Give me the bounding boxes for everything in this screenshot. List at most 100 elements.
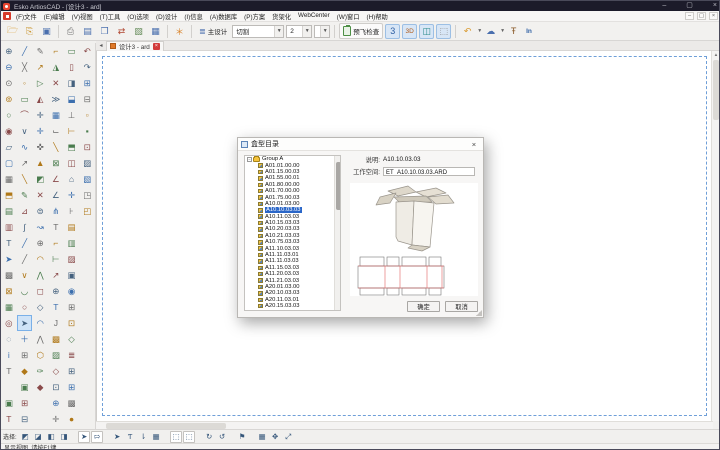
bottom-tool-g6i0[interactable]: ▦	[256, 431, 268, 443]
tool-button-r1c5[interactable]: ↷	[79, 59, 95, 75]
tool-button-r11c2[interactable]: ↝	[32, 219, 48, 235]
tool-button-r4c0[interactable]: ○	[1, 107, 17, 123]
tool-button-r7c4[interactable]: ◫	[64, 155, 80, 171]
tool-button-r6c0[interactable]: ▱	[1, 139, 17, 155]
horizontal-scrollbar[interactable]	[96, 421, 713, 429]
tool-button-r20c0[interactable]: T	[1, 363, 17, 379]
3d-icon[interactable]: 3	[385, 24, 400, 39]
tool-button-r7c1[interactable]: ↗	[17, 155, 33, 171]
tool-button-r0c0[interactable]: ⊕	[1, 43, 17, 59]
menu-item-0[interactable]: (F)文件	[16, 12, 37, 21]
bottom-tool-g0i3[interactable]: ◨	[58, 431, 70, 443]
tool-button-r14c3[interactable]: ↗	[48, 267, 64, 283]
sync-icon[interactable]: ⇄	[114, 24, 129, 39]
tool-button-r11c0[interactable]: ▥	[1, 219, 17, 235]
tool-button-r11c1[interactable]: ∫	[17, 219, 33, 235]
menu-item-10[interactable]: WebCenter	[298, 12, 330, 21]
tool-button-r0c1[interactable]: ╱	[17, 43, 33, 59]
tool-button-r22c1[interactable]: ⊞	[17, 395, 33, 411]
tool-button-r19c3[interactable]: ▨	[48, 347, 64, 363]
menu-item-11[interactable]: (W)窗口	[337, 12, 360, 21]
tool-button-r23c3[interactable]: ✛	[48, 411, 64, 427]
tool-button-r22c3[interactable]: ⊕	[48, 395, 64, 411]
tool-button-r14c0[interactable]: ▩	[1, 267, 17, 283]
display-options-icon[interactable]: ▤	[80, 24, 95, 39]
bottom-tool-g0i1[interactable]: ◪	[32, 431, 44, 443]
tool-button-r11c4[interactable]: ▤	[64, 219, 80, 235]
tool-button-r0c2[interactable]: ✎	[32, 43, 48, 59]
bottom-tool-g2i1[interactable]: Ƭ	[124, 431, 136, 443]
tool-button-r23c0[interactable]: T	[1, 411, 17, 427]
tool-button-r5c5[interactable]: ▪	[79, 123, 95, 139]
main-design-button[interactable]: ≣主设计	[196, 24, 230, 38]
tool-button-r6c2[interactable]: ✜	[32, 139, 48, 155]
bottom-tool-g1i0[interactable]: ➤	[78, 431, 90, 443]
tool-button-r0c5[interactable]: ↶	[79, 43, 95, 59]
bottom-tool-g6i1[interactable]: ✥	[269, 431, 281, 443]
preflight-button[interactable]: 预飞检查	[339, 23, 383, 39]
tool-button-r19c1[interactable]: ⊞	[17, 347, 33, 363]
tool-button-r3c1[interactable]: ▭	[17, 91, 33, 107]
layout-windows-icon[interactable]: ◫	[419, 24, 434, 39]
undo-icon[interactable]: ↶	[460, 24, 475, 39]
tool-button-r7c2[interactable]: ▲	[32, 155, 48, 171]
tool-button-r8c0[interactable]: ▦	[1, 171, 17, 187]
tool-button-r8c4[interactable]: ⌂	[64, 171, 80, 187]
tool-button-r12c2[interactable]: ⊕	[32, 235, 48, 251]
tree-scrollbar[interactable]	[334, 156, 340, 310]
menu-item-7[interactable]: (A)数据库	[210, 12, 237, 21]
tool-button-r6c1[interactable]: ∿	[17, 139, 33, 155]
tool-button-r19c0[interactable]: i	[1, 347, 17, 363]
tool-button-r2c3[interactable]: ✕	[48, 75, 64, 91]
tool-button-r21c1[interactable]: ▣	[17, 379, 33, 395]
tool-button-r18c0[interactable]: ◌	[1, 331, 17, 347]
tool-button-r9c0[interactable]: ⬒	[1, 187, 17, 203]
bottom-tool-g1i1[interactable]: ⇰	[91, 431, 103, 443]
tool-button-r8c2[interactable]: ◩	[32, 171, 48, 187]
tool-button-r9c3[interactable]: ∠	[48, 187, 64, 203]
tool-button-r21c3[interactable]: ⊡	[48, 379, 64, 395]
mdi-control-0[interactable]: –	[685, 12, 694, 20]
dialog-resize-grip[interactable]	[476, 310, 482, 316]
tool-button-r12c4[interactable]: ▥	[64, 235, 80, 251]
tool-button-r1c0[interactable]: ⊖	[1, 59, 17, 75]
spec-sheet-icon[interactable]: ＊	[172, 24, 187, 39]
open-icon[interactable]: 🗁	[5, 24, 20, 39]
tab-close-icon[interactable]: ×	[153, 43, 160, 50]
scale-combo[interactable]: ▼	[314, 25, 330, 38]
tool-button-r8c3[interactable]: ∠	[48, 171, 64, 187]
tool-button-r8c1[interactable]: ╲	[17, 171, 33, 187]
tool-button-r12c1[interactable]: ╱	[17, 235, 33, 251]
menu-item-8[interactable]: (P)方案	[244, 12, 265, 21]
tool-button-r9c5[interactable]: ◳	[79, 187, 95, 203]
3d-orange-icon[interactable]: 3D	[402, 24, 417, 39]
tool-button-r0c4[interactable]: ▭	[64, 43, 80, 59]
tool-button-r6c3[interactable]: ╲	[48, 139, 64, 155]
tool-button-r1c1[interactable]: ╳	[17, 59, 33, 75]
tool-button-r11c3[interactable]: T	[48, 219, 64, 235]
tool-button-r13c0[interactable]: ➤	[1, 251, 17, 267]
bottom-tool-g3i0[interactable]: ⬚	[170, 431, 182, 443]
tool-button-r0c3[interactable]: ⌐	[48, 43, 64, 59]
tool-button-r21c4[interactable]: ⊞	[64, 379, 80, 395]
tool-button-r20c1[interactable]: ◆	[17, 363, 33, 379]
tool-button-r16c2[interactable]: ◇	[32, 299, 48, 315]
tool-button-r10c5[interactable]: ◰	[79, 203, 95, 219]
vertical-scrollbar[interactable]: ▲	[711, 51, 719, 421]
tool-button-r5c4[interactable]: ⊢	[64, 123, 80, 139]
menu-item-1[interactable]: (E)编辑	[44, 12, 65, 21]
tool-button-r9c2[interactable]: ✕	[32, 187, 48, 203]
tool-button-r13c1[interactable]: ╱	[17, 251, 33, 267]
bottom-tool-g0i2[interactable]: ◧	[45, 431, 57, 443]
tool-button-r5c0[interactable]: ◉	[1, 123, 17, 139]
dialog-title-bar[interactable]: 盒型目录 ×	[238, 138, 483, 151]
close-button[interactable]: ×	[713, 1, 717, 11]
tool-button-r3c2[interactable]: ◭	[32, 91, 48, 107]
tab-nav-left-icon[interactable]: ◂	[96, 42, 106, 49]
bottom-tool-g3i1[interactable]: ⬚	[183, 431, 195, 443]
tool-button-r7c3[interactable]: ⊠	[48, 155, 64, 171]
workspace-field[interactable]: ET_A10.10.03.03.ARD	[383, 167, 475, 176]
tool-button-r12c0[interactable]: T	[1, 235, 17, 251]
chevron-down-icon[interactable]: ▼	[500, 28, 505, 34]
catalog-tree[interactable]: −Group AA01.01.00.00A01.15.00.03A01.55.0…	[244, 155, 341, 311]
